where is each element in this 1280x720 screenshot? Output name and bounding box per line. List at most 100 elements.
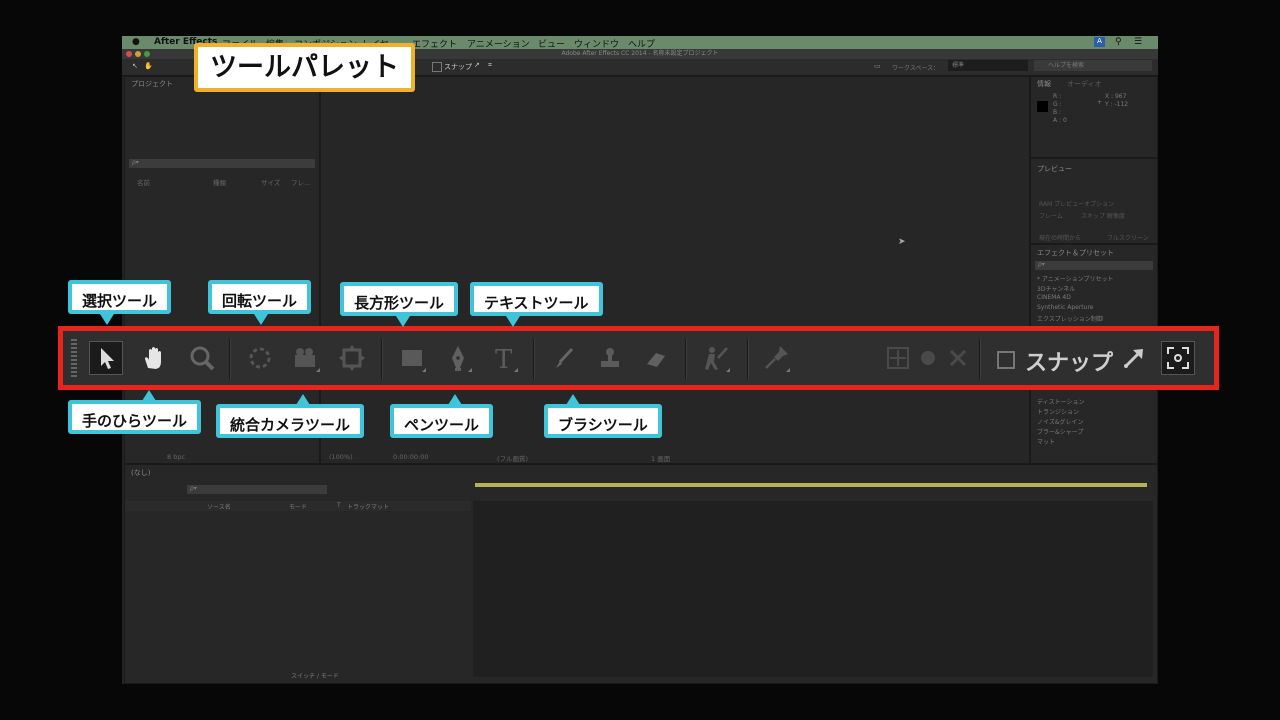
callout-pointer <box>100 314 114 325</box>
column-name[interactable]: 名前 <box>137 177 150 187</box>
timeline-search-placeholder: ρ▾ <box>190 485 197 492</box>
snap-arrow-small-icon[interactable]: ↗ <box>474 61 480 69</box>
puppet-pin-tool[interactable] <box>759 341 793 375</box>
column-t[interactable]: T <box>337 502 341 509</box>
pan-behind-tool[interactable] <box>335 341 369 375</box>
snap-feature-toggle[interactable] <box>1117 341 1151 375</box>
effect-item[interactable]: ディストーション <box>1037 397 1084 406</box>
pen-tool[interactable] <box>441 341 475 375</box>
callout-text-tool: テキストツール <box>470 282 603 316</box>
toolbar-divider <box>979 339 981 379</box>
small-hand-icon[interactable]: ✋ <box>144 62 153 70</box>
spotlight-icon[interactable]: ⚲ <box>1115 37 1122 47</box>
column-mode[interactable]: モード <box>289 502 307 511</box>
timeline-graph-area[interactable] <box>473 501 1153 677</box>
info-a: A : 0 <box>1053 117 1067 124</box>
viewer-resolution[interactable]: (フル画質) <box>497 453 528 463</box>
layer-header: ソース名 モード T トラックマット <box>125 501 471 511</box>
effect-item[interactable]: トランジション <box>1037 407 1079 416</box>
preview-panel: プレビュー RAM プレビューオプション フレーム スキップ 解像度 現在の時間… <box>1030 158 1158 244</box>
adobe-a-icon[interactable]: A <box>1094 37 1105 47</box>
from-current-label[interactable]: 現在の時間から <box>1039 233 1081 242</box>
callout-rectangle-tool: 長方形ツール <box>340 282 459 316</box>
timeline-search-input[interactable]: ρ▾ <box>187 485 327 494</box>
info-tab[interactable]: 情報 <box>1037 79 1051 89</box>
apple-icon[interactable]: ● <box>132 37 140 47</box>
tool-palette: T スナップ <box>58 326 1219 390</box>
close-window-icon[interactable] <box>126 51 132 57</box>
view-axis-mode[interactable] <box>941 341 975 375</box>
roto-brush-tool[interactable] <box>699 341 733 375</box>
callout-selection-tool: 選択ツール <box>68 280 172 314</box>
selection-tool[interactable] <box>89 341 123 375</box>
effects-search-input[interactable]: ρ▾ <box>1035 261 1153 270</box>
effect-item[interactable]: Synthetic Aperture <box>1037 304 1094 311</box>
help-search-input[interactable]: ヘルプを検索 <box>1034 60 1152 71</box>
callout-pointer <box>396 316 410 327</box>
bpc-label[interactable]: 8 bpc <box>167 453 185 461</box>
effect-item[interactable]: ブラー&シャープ <box>1037 427 1083 436</box>
monitor-icon[interactable]: ▭ <box>874 62 881 70</box>
column-size[interactable]: サイズ <box>261 177 280 187</box>
snap-label: スナップ <box>1025 351 1114 376</box>
minimize-window-icon[interactable] <box>135 51 141 57</box>
column-source-name[interactable]: ソース名 <box>207 502 231 511</box>
magnifier-icon <box>190 346 215 371</box>
snap-checkbox-small[interactable] <box>432 62 442 72</box>
preview-tab[interactable]: プレビュー <box>1037 164 1072 174</box>
work-area-bar[interactable] <box>475 483 1147 487</box>
snap-to-edges-toggle[interactable] <box>1161 341 1195 375</box>
submenu-indicator <box>726 368 730 372</box>
timeline-tab[interactable]: (なし) <box>131 468 150 478</box>
grip-handle[interactable] <box>71 339 77 379</box>
brush-tool[interactable] <box>547 341 581 375</box>
toolbar-divider <box>533 339 535 379</box>
column-frame[interactable]: フレ... <box>291 177 310 187</box>
rectangle-tool[interactable] <box>395 341 429 375</box>
effect-item[interactable]: CINEMA 4D <box>1037 294 1071 301</box>
submenu-indicator <box>316 368 320 372</box>
snap-checkbox[interactable] <box>997 351 1015 369</box>
eraser-tool[interactable] <box>639 341 673 375</box>
skip-label: スキップ 解像度 <box>1081 213 1125 220</box>
tool-palette-title: ツールパレット <box>194 43 415 92</box>
toolbar-divider <box>685 339 687 379</box>
switch-mode-toggle[interactable]: スイッチ / モード <box>291 671 339 680</box>
arrow-icon <box>101 348 114 369</box>
zoom-window-icon[interactable] <box>144 51 150 57</box>
effect-item[interactable]: ノイズ&グレイン <box>1037 417 1084 426</box>
world-axis-mode[interactable] <box>911 341 945 375</box>
info-x: X : 967 <box>1105 93 1127 100</box>
hand-tool[interactable] <box>137 341 171 375</box>
workspace-select[interactable]: 標準 <box>948 60 1028 71</box>
column-track-matte[interactable]: トラックマット <box>347 502 389 511</box>
info-r: R : <box>1053 93 1062 100</box>
rotate-tool[interactable] <box>243 341 277 375</box>
submenu-indicator <box>514 368 518 372</box>
color-swatch <box>1037 101 1048 112</box>
effect-item[interactable]: エクスプレッション制御 <box>1037 314 1103 323</box>
audio-tab[interactable]: オーディオ <box>1067 79 1102 89</box>
fullscreen-label[interactable]: フルスクリーン <box>1107 233 1149 242</box>
viewer-zoom[interactable]: (100%) <box>329 453 353 461</box>
view-axis-icon <box>949 349 967 367</box>
effect-item[interactable]: * アニメーションプリセット <box>1037 274 1114 283</box>
project-search-input[interactable]: ρ▾ <box>129 159 315 168</box>
project-tab[interactable]: プロジェクト <box>131 79 173 89</box>
viewer-view[interactable]: 1 画面 <box>651 453 670 463</box>
column-type[interactable]: 種類 <box>213 177 226 187</box>
effect-item[interactable]: 3Dチャンネル <box>1037 284 1075 293</box>
local-axis-mode[interactable] <box>881 341 915 375</box>
viewer-timecode[interactable]: 0:00:00:00 <box>393 453 429 461</box>
fit-small-icon[interactable]: ⌗ <box>488 61 492 70</box>
zoom-tool[interactable] <box>185 341 219 375</box>
effect-item[interactable]: マット <box>1037 437 1055 446</box>
ram-preview-options[interactable]: RAM プレビューオプション <box>1039 199 1114 208</box>
list-icon[interactable]: ☰ <box>1134 37 1142 47</box>
clone-stamp-tool[interactable] <box>593 341 627 375</box>
camera-tool[interactable] <box>289 341 323 375</box>
small-arrow-icon[interactable]: ↖ <box>132 62 138 70</box>
text-tool[interactable]: T <box>487 341 521 375</box>
submenu-indicator <box>468 368 472 372</box>
effects-tab[interactable]: エフェクト＆プリセット <box>1037 248 1114 258</box>
